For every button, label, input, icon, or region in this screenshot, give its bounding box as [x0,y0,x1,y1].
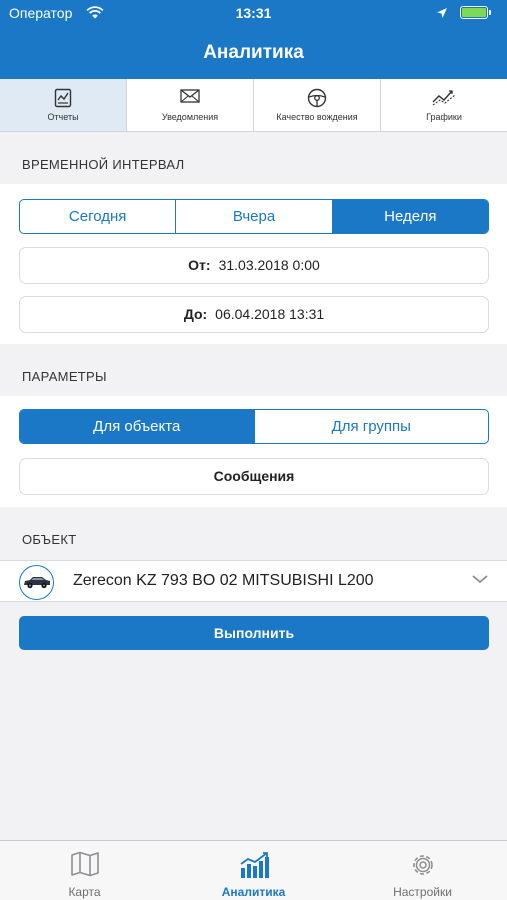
bottom-tab-label: Карта [68,885,101,899]
location-arrow-icon [436,6,448,22]
tab-label: Уведомления [161,112,219,122]
tab-label: Отчеты [47,112,79,122]
tab-charts[interactable]: Графики [381,79,507,131]
car-icon [19,565,54,600]
tab-reports[interactable]: Отчеты [0,79,127,131]
bottom-tab-label: Аналитика [221,885,286,899]
time-interval-panel: Сегодня Вчера Неделя От: 31.03.2018 0:00 … [0,184,507,344]
bottom-tab-settings[interactable]: Настройки [338,841,507,900]
period-week[interactable]: Неделя [332,200,488,233]
page-title: Аналитика [203,42,304,63]
bar-chart-icon [239,852,269,878]
date-to-value: 06.04.2018 13:31 [215,306,325,322]
object-heading: ОБЪЕКТ [22,532,77,547]
line-chart-icon [432,90,456,106]
period-selector: Сегодня Вчера Неделя [19,199,489,234]
analytics-tabs: Отчеты Уведомления Качество вождения Гра… [0,79,507,132]
map-icon [70,851,99,877]
date-from-value: 31.03.2018 0:00 [218,257,320,273]
tab-driving-quality[interactable]: Качество вождения [254,79,381,131]
time-interval-heading: ВРЕМЕННОЙ ИНТЕРВАЛ [22,157,185,172]
chevron-down-icon [472,575,488,584]
date-to-label: До: [183,306,208,322]
period-today[interactable]: Сегодня [20,200,177,233]
status-bar: Оператор 13:31 [0,0,507,26]
object-name: Zerecon KZ 793 BO 02 MITSUBISHI L200 [73,572,374,589]
report-icon [54,88,72,108]
parameters-heading: ПАРАМЕТРЫ [22,369,107,384]
bottom-tab-label: Настройки [393,885,452,899]
tab-label: Качество вождения [276,112,358,122]
bottom-tab-bar: Карта Аналитика Настройки [0,840,507,900]
target-selector: Для объекта Для группы [19,409,489,444]
battery-icon [460,6,491,19]
nav-bar: Аналитика [0,26,507,79]
envelope-icon [180,89,200,103]
gear-icon [412,855,433,875]
object-selector[interactable]: Zerecon KZ 793 BO 02 MITSUBISHI L200 [0,560,507,602]
tab-notifications[interactable]: Уведомления [127,79,254,131]
report-type-value: Сообщения [213,468,295,484]
target-object[interactable]: Для объекта [20,410,255,443]
report-type-field[interactable]: Сообщения [19,458,489,495]
status-time: 13:31 [235,5,272,21]
target-group[interactable]: Для группы [255,410,489,443]
run-button[interactable]: Выполнить [19,616,489,650]
date-from-label: От: [188,257,211,273]
bottom-tab-map[interactable]: Карта [0,841,169,900]
steering-wheel-icon [307,88,327,108]
date-to-field[interactable]: До: 06.04.2018 13:31 [19,296,489,333]
bottom-tab-analytics[interactable]: Аналитика [169,841,338,900]
parameters-panel: Для объекта Для группы Сообщения [0,396,507,507]
period-yesterday[interactable]: Вчера [176,200,333,233]
date-from-field[interactable]: От: 31.03.2018 0:00 [19,247,489,284]
tab-label: Графики [426,112,462,122]
